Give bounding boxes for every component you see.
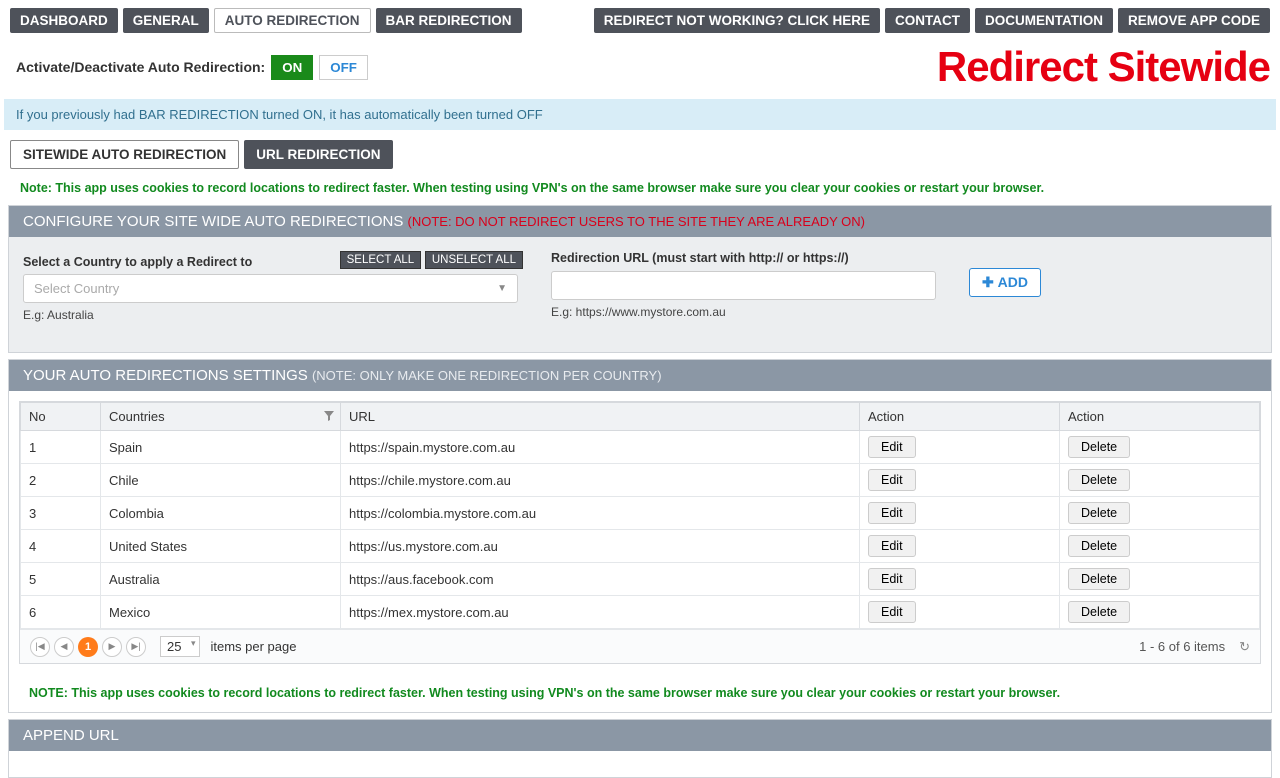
nav-redirect-not-working-click-here[interactable]: REDIRECT NOT WORKING? CLICK HERE <box>594 8 880 33</box>
cell-country: Chile <box>101 464 341 497</box>
page-size-select[interactable]: 25 <box>160 636 200 657</box>
table-row: 4United Stateshttps://us.mystore.com.au E… <box>21 530 1260 563</box>
col-action-edit[interactable]: Action <box>860 403 1060 431</box>
edit-button[interactable]: Edit <box>868 568 916 590</box>
col-countries[interactable]: Countries <box>101 403 341 431</box>
cell-no: 1 <box>21 431 101 464</box>
delete-button[interactable]: Delete <box>1068 535 1130 557</box>
cell-no: 5 <box>21 563 101 596</box>
nav-contact[interactable]: CONTACT <box>885 8 970 33</box>
delete-button[interactable]: Delete <box>1068 502 1130 524</box>
country-dropdown-placeholder: Select Country <box>34 281 119 296</box>
delete-button[interactable]: Delete <box>1068 436 1130 458</box>
delete-button[interactable]: Delete <box>1068 568 1130 590</box>
subtab-url-redirection[interactable]: URL REDIRECTION <box>244 140 392 169</box>
edit-button[interactable]: Edit <box>868 436 916 458</box>
nav-bar-redirection[interactable]: BAR REDIRECTION <box>376 8 522 33</box>
nav-documentation[interactable]: DOCUMENTATION <box>975 8 1113 33</box>
cell-no: 3 <box>21 497 101 530</box>
cell-no: 4 <box>21 530 101 563</box>
nav-left: DASHBOARDGENERALAUTO REDIRECTIONBAR REDI… <box>10 8 522 33</box>
delete-button[interactable]: Delete <box>1068 601 1130 623</box>
edit-button[interactable]: Edit <box>868 469 916 491</box>
page-last-button[interactable]: ▶| <box>126 637 146 657</box>
activate-label: Activate/Deactivate Auto Redirection: <box>16 59 265 75</box>
cell-url: https://chile.mystore.com.au <box>341 464 860 497</box>
page-current: 1 <box>78 637 98 657</box>
cell-country: United States <box>101 530 341 563</box>
cell-url: https://us.mystore.com.au <box>341 530 860 563</box>
edit-button[interactable]: Edit <box>868 502 916 524</box>
activate-on-button[interactable]: ON <box>271 55 313 80</box>
url-label: Redirection URL (must start with http://… <box>551 251 941 265</box>
cell-url: https://mex.mystore.com.au <box>341 596 860 629</box>
page-prev-button[interactable]: ◀ <box>54 637 74 657</box>
table-row: 3Colombiahttps://colombia.mystore.com.au… <box>21 497 1260 530</box>
col-url[interactable]: URL <box>341 403 860 431</box>
filter-icon[interactable] <box>324 411 334 421</box>
cell-no: 2 <box>21 464 101 497</box>
chevron-down-icon: ▼ <box>497 283 507 294</box>
nav-dashboard[interactable]: DASHBOARD <box>10 8 118 33</box>
table-row: 6Mexicohttps://mex.mystore.com.au Edit Del… <box>21 596 1260 629</box>
append-url-title: APPEND URL <box>23 727 119 744</box>
activate-off-button[interactable]: OFF <box>319 55 368 80</box>
select-all-button[interactable]: SELECT ALL <box>340 251 422 269</box>
url-example: E.g: https://www.mystore.com.au <box>551 305 941 319</box>
redirections-table: No Countries URL Action Action 1Spainhtt… <box>20 402 1260 629</box>
cookies-note: Note: This app uses cookies to record lo… <box>0 177 1280 205</box>
settings-panel: YOUR AUTO REDIRECTIONS SETTINGS (NOTE: O… <box>8 359 1272 713</box>
col-action-delete[interactable]: Action <box>1060 403 1260 431</box>
cell-url: https://colombia.mystore.com.au <box>341 497 860 530</box>
subtab-sitewide-auto-redirection[interactable]: SITEWIDE AUTO REDIRECTION <box>10 140 239 169</box>
brand-title: Redirect Sitewide <box>937 43 1270 91</box>
append-url-panel: APPEND URL <box>8 719 1272 778</box>
add-button[interactable]: ✚ ADD <box>969 268 1041 297</box>
settings-panel-title: YOUR AUTO REDIRECTIONS SETTINGS <box>23 367 312 384</box>
configure-panel-warning: (NOTE: DO NOT REDIRECT USERS TO THE SITE… <box>408 214 866 229</box>
cell-no: 6 <box>21 596 101 629</box>
cell-country: Colombia <box>101 497 341 530</box>
info-strip: If you previously had BAR REDIRECTION tu… <box>4 99 1276 130</box>
page-next-button[interactable]: ▶ <box>102 637 122 657</box>
cell-url: https://aus.facebook.com <box>341 563 860 596</box>
nav-remove-app-code[interactable]: REMOVE APP CODE <box>1118 8 1270 33</box>
page-first-button[interactable]: |◀ <box>30 637 50 657</box>
country-label: Select a Country to apply a Redirect to <box>23 255 252 269</box>
nav-right: REDIRECT NOT WORKING? CLICK HERECONTACTD… <box>594 8 1270 33</box>
cookies-note-bottom: NOTE: This app uses cookies to record lo… <box>9 674 1271 712</box>
delete-button[interactable]: Delete <box>1068 469 1130 491</box>
table-row: 5Australiahttps://aus.facebook.com Edit De… <box>21 563 1260 596</box>
edit-button[interactable]: Edit <box>868 535 916 557</box>
table-row: 2Chilehttps://chile.mystore.com.au Edit De… <box>21 464 1260 497</box>
cell-country: Mexico <box>101 596 341 629</box>
nav-general[interactable]: GENERAL <box>123 8 209 33</box>
nav-auto-redirection[interactable]: AUTO REDIRECTION <box>214 8 371 33</box>
pager-status: 1 - 6 of 6 items <box>1139 639 1225 654</box>
configure-panel-title: CONFIGURE YOUR SITE WIDE AUTO REDIRECTIO… <box>23 213 408 230</box>
redirect-url-input[interactable] <box>551 271 936 300</box>
cell-url: https://spain.mystore.com.au <box>341 431 860 464</box>
cell-country: Australia <box>101 563 341 596</box>
country-example: E.g: Australia <box>23 308 523 322</box>
cell-country: Spain <box>101 431 341 464</box>
plus-icon: ✚ <box>982 274 998 290</box>
per-page-label: items per page <box>210 639 296 654</box>
country-dropdown[interactable]: Select Country ▼ <box>23 274 518 303</box>
refresh-icon[interactable]: ↻ <box>1239 639 1250 655</box>
configure-panel: CONFIGURE YOUR SITE WIDE AUTO REDIRECTIO… <box>8 205 1272 353</box>
settings-panel-subtitle: (NOTE: ONLY MAKE ONE REDIRECTION PER COU… <box>312 368 662 383</box>
edit-button[interactable]: Edit <box>868 601 916 623</box>
table-row: 1Spainhttps://spain.mystore.com.au Edit De… <box>21 431 1260 464</box>
col-no[interactable]: No <box>21 403 101 431</box>
unselect-all-button[interactable]: UNSELECT ALL <box>425 251 523 269</box>
subtabs: SITEWIDE AUTO REDIRECTIONURL REDIRECTION <box>0 130 1280 177</box>
